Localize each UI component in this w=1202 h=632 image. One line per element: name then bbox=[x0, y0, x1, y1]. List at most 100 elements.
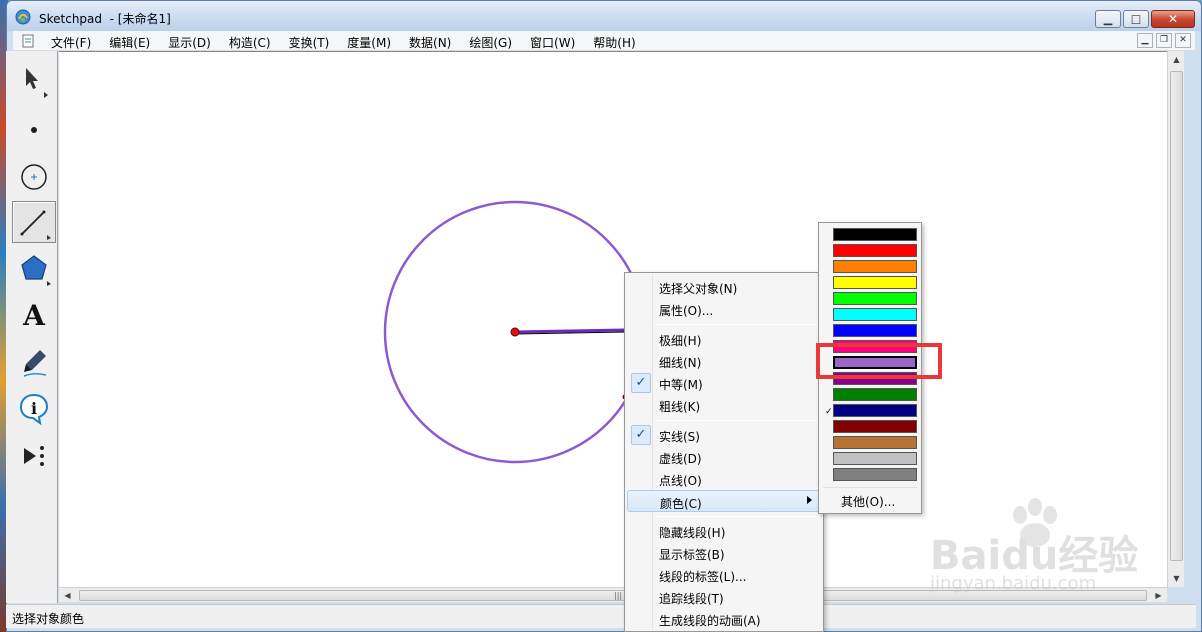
scroll-grip-icon: ||| bbox=[614, 591, 623, 600]
minimize-button[interactable]: ▁ bbox=[1095, 10, 1121, 28]
menu-item[interactable]: 变换(T) bbox=[285, 33, 334, 52]
selected-segment[interactable] bbox=[514, 328, 626, 334]
color-swatch[interactable] bbox=[833, 436, 917, 449]
color-swatch[interactable] bbox=[833, 324, 917, 337]
menu-item[interactable]: 数据(N) bbox=[405, 33, 455, 52]
straightedge-tool[interactable] bbox=[12, 201, 56, 243]
color-swatch[interactable] bbox=[833, 452, 917, 465]
context-menu-item[interactable]: 选择父对象(N) bbox=[627, 276, 821, 298]
context-menu-item-label: 点线(O) bbox=[659, 474, 702, 488]
text-a-icon: A bbox=[23, 298, 45, 332]
arrow-icon bbox=[26, 68, 48, 98]
context-menu-item-label: 细线(N) bbox=[659, 356, 702, 370]
custom-tool-icon bbox=[24, 446, 44, 466]
status-bar: 选择对象颜色 bbox=[6, 604, 1196, 628]
scroll-up-arrow-icon[interactable]: ▲ bbox=[1168, 51, 1185, 68]
information-tool[interactable]: i bbox=[12, 387, 56, 429]
context-menu-item[interactable]: 颜色(C) bbox=[627, 490, 821, 512]
menu-item[interactable]: 构造(C) bbox=[225, 33, 275, 52]
watermark-url: jingyan.baidu.com bbox=[930, 573, 1097, 594]
context-menu-item[interactable]: 属性(O)... bbox=[627, 298, 821, 320]
context-menu-item-label: 线段的标签(L)... bbox=[659, 570, 747, 584]
context-menu-item[interactable]: 细线(N) bbox=[627, 350, 821, 372]
polygon-tool[interactable] bbox=[12, 247, 56, 289]
color-swatch[interactable] bbox=[833, 228, 917, 241]
caption-buttons: ▁ □ ✕ bbox=[1095, 10, 1195, 28]
doc-minimize-button[interactable]: ▁ bbox=[1137, 33, 1153, 48]
info-glyph: i bbox=[31, 399, 37, 418]
info-icon: i bbox=[19, 393, 49, 426]
title-bar[interactable]: Sketchpad - [未命名1] ▁ □ ✕ bbox=[7, 1, 1201, 31]
color-swatch[interactable] bbox=[833, 388, 917, 401]
context-menu-separator bbox=[655, 324, 819, 325]
scroll-down-arrow-icon[interactable]: ▼ bbox=[1168, 570, 1185, 587]
menu-bar: 文件(F) 编辑(E) 显示(D) 构造(C) 变换(T) 度量(M) 数据(N) 绘图(G)… bbox=[13, 31, 1195, 51]
menu-item[interactable]: 帮助(H) bbox=[589, 33, 639, 52]
context-menu-item-label: 粗线(K) bbox=[659, 400, 701, 414]
maximize-icon: □ bbox=[1130, 12, 1142, 26]
toolbox: A i bbox=[6, 51, 58, 603]
close-button[interactable]: ✕ bbox=[1151, 10, 1195, 28]
color-swatch[interactable] bbox=[833, 404, 917, 417]
color-swatch[interactable] bbox=[833, 292, 917, 305]
context-menu-item[interactable]: 点线(O) bbox=[627, 468, 821, 490]
context-menu-separator bbox=[655, 516, 819, 517]
menu-item[interactable]: 度量(M) bbox=[343, 33, 395, 52]
submenu-arrow-icon bbox=[807, 496, 812, 504]
color-swatch[interactable] bbox=[833, 468, 917, 481]
color-swatch[interactable] bbox=[833, 308, 917, 321]
context-menu-item[interactable]: 粗线(K) bbox=[627, 394, 821, 416]
circle-icon bbox=[21, 164, 47, 190]
minimize-icon: ▁ bbox=[1103, 12, 1113, 26]
menu-item[interactable]: 显示(D) bbox=[164, 33, 215, 52]
context-menu-item-label: 中等(M) bbox=[659, 378, 703, 392]
text-tool[interactable]: A bbox=[12, 294, 56, 336]
context-menu-item[interactable]: ✓ 实线(S) bbox=[627, 424, 821, 446]
doc-close-button[interactable]: ✕ bbox=[1175, 33, 1191, 48]
document-caption-buttons: ▁ ❐ ✕ bbox=[1137, 33, 1191, 48]
document-icon[interactable] bbox=[21, 34, 35, 48]
sketchpad-app-icon bbox=[15, 9, 31, 25]
menu-item[interactable]: 绘图(G) bbox=[465, 33, 516, 52]
context-menu-item[interactable]: 隐藏线段(H) bbox=[627, 520, 821, 542]
vertical-scroll-thumb[interactable] bbox=[1170, 71, 1183, 561]
menu-item[interactable]: 窗口(W) bbox=[526, 33, 579, 52]
pentagon-icon bbox=[21, 255, 51, 286]
context-menu-item[interactable]: 追踪线段(T) bbox=[627, 586, 821, 608]
context-menu-item[interactable]: 虚线(D) bbox=[627, 446, 821, 468]
context-menu-separator bbox=[655, 420, 819, 421]
color-swatch[interactable] bbox=[833, 420, 917, 433]
maximize-button[interactable]: □ bbox=[1123, 10, 1149, 28]
point-tool[interactable] bbox=[12, 105, 56, 147]
context-menu-item[interactable]: 生成线段的动画(A) bbox=[627, 608, 821, 630]
point-icon bbox=[31, 127, 37, 133]
context-menu-item[interactable]: 显示标签(B) bbox=[627, 542, 821, 564]
context-menu-item[interactable]: 极细(H) bbox=[627, 328, 821, 350]
menu-item[interactable]: 编辑(E) bbox=[105, 33, 154, 52]
context-menu: 选择父对象(N) 属性(O)... 极细(H) 细线(N) ✓ 中等(M) 粗线(K) ✓ 实线… bbox=[624, 272, 824, 632]
color-swatch[interactable] bbox=[833, 260, 917, 273]
close-icon: ✕ bbox=[1167, 12, 1179, 26]
checkmark-icon: ✓ bbox=[631, 425, 651, 445]
marker-pen-icon bbox=[23, 350, 47, 377]
selection-arrow-tool[interactable] bbox=[12, 59, 56, 101]
color-menu-separator bbox=[823, 487, 917, 488]
scroll-left-arrow-icon[interactable]: ◀ bbox=[59, 588, 76, 603]
context-menu-item[interactable]: 线段的标签(L)... bbox=[627, 564, 821, 586]
custom-tool[interactable] bbox=[12, 435, 56, 477]
context-menu-item-label: 极细(H) bbox=[659, 334, 702, 348]
other-colors-item[interactable]: 其他(O)... bbox=[841, 493, 895, 510]
menu-item[interactable]: 文件(F) bbox=[47, 33, 95, 52]
compass-tool[interactable] bbox=[12, 152, 56, 194]
context-menu-item-label: 生成线段的动画(A) bbox=[659, 614, 761, 628]
doc-restore-button[interactable]: ❐ bbox=[1156, 33, 1172, 48]
color-swatch[interactable] bbox=[833, 244, 917, 257]
color-swatch[interactable] bbox=[833, 276, 917, 289]
context-menu-item-label: 颜色(C) bbox=[660, 497, 702, 511]
context-menu-item-label: 虚线(D) bbox=[659, 452, 702, 466]
center-point[interactable] bbox=[510, 327, 520, 337]
marker-tool[interactable] bbox=[12, 341, 56, 383]
context-menu-item-label: 实线(S) bbox=[659, 430, 700, 444]
swatch-check-icon: ✓ bbox=[825, 407, 833, 417]
context-menu-item[interactable]: ✓ 中等(M) bbox=[627, 372, 821, 394]
